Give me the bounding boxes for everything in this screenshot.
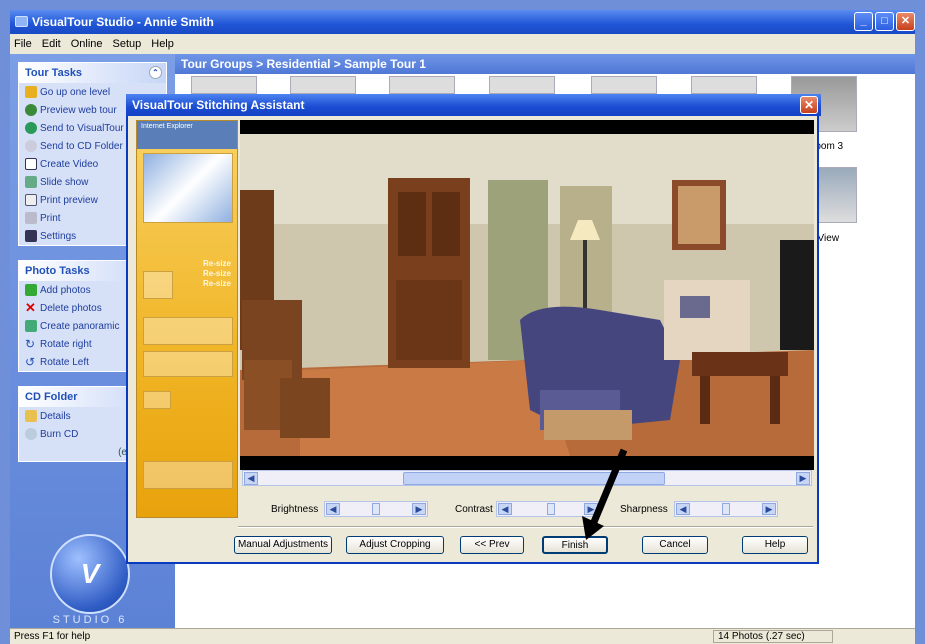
visualtour-logo: V (50, 534, 130, 614)
delete-icon: ✕ (25, 300, 36, 315)
illustration-browser (143, 153, 233, 223)
settings-icon (25, 230, 37, 242)
dialog-close-button[interactable]: ✕ (800, 96, 818, 114)
stitching-assistant-dialog: VisualTour Stitching Assistant ✕ Interne… (126, 94, 821, 564)
manual-adjustments-button[interactable]: Manual Adjustments (234, 536, 332, 554)
close-button[interactable]: ✕ (896, 12, 915, 31)
folder-icon (25, 410, 37, 422)
title-bar: VisualTour Studio - Annie Smith _ □ ✕ (10, 10, 915, 34)
resize-label: Re-size Re-size Re-size (202, 259, 231, 288)
panorama-image (240, 120, 814, 470)
slider-thumb[interactable] (372, 503, 380, 515)
status-help-text: Press F1 for help (14, 631, 91, 642)
rotate-right-icon: ↻ (25, 337, 36, 351)
task-label: Slide show (40, 176, 89, 188)
menu-file[interactable]: File (14, 38, 32, 50)
task-label: Create Video (40, 158, 99, 170)
print-preview-icon (25, 194, 37, 206)
brightness-slider[interactable]: ◀ ▶ (324, 501, 428, 517)
slider-right-icon[interactable]: ▶ (412, 503, 426, 515)
window-title: VisualTour Studio - Annie Smith (32, 15, 214, 29)
photo-thumbnail[interactable] (290, 76, 356, 94)
task-label: Rotate Left (40, 356, 89, 368)
illustration-frame (143, 391, 171, 409)
task-label: Burn CD (40, 428, 79, 440)
adjust-cropping-button[interactable]: Adjust Cropping (346, 536, 444, 554)
status-photo-count: 14 Photos (.27 sec) (713, 630, 833, 643)
help-button[interactable]: Help (742, 536, 808, 554)
task-label: Details (40, 410, 71, 422)
photo-tasks-title: Photo Tasks (25, 265, 90, 277)
video-icon (25, 158, 37, 170)
photo-thumbnail[interactable] (691, 76, 757, 94)
sharpness-slider[interactable]: ◀ ▶ (674, 501, 778, 517)
slider-left-icon[interactable]: ◀ (326, 503, 340, 515)
illustration-panorama (143, 317, 233, 345)
maximize-button[interactable]: □ (875, 12, 894, 31)
task-label: Preview web tour (40, 104, 117, 116)
add-icon (25, 284, 37, 296)
photo-thumbnail[interactable] (191, 76, 257, 94)
task-label: Print (40, 212, 61, 224)
dialog-separator (238, 526, 813, 528)
menu-online[interactable]: Online (71, 38, 103, 50)
status-bar: Press F1 for help 14 Photos (.27 sec) (10, 628, 915, 644)
dialog-illustration: Internet Explorer Re-size Re-size Re-siz… (136, 120, 238, 518)
scroll-right-icon[interactable]: ▶ (796, 472, 810, 485)
slider-right-icon[interactable]: ▶ (762, 503, 776, 515)
dialog-title: VisualTour Stitching Assistant (132, 98, 305, 112)
menu-bar: File Edit Online Setup Help (10, 34, 915, 54)
cancel-button[interactable]: Cancel (642, 536, 708, 554)
illustration-panorama (143, 351, 233, 377)
menu-help[interactable]: Help (151, 38, 174, 50)
task-label: Go up one level (40, 86, 111, 98)
dialog-title-bar: VisualTour Stitching Assistant ✕ (126, 94, 821, 116)
preview-icon (25, 104, 37, 116)
window-controls: _ □ ✕ (854, 12, 915, 31)
printer-icon (25, 212, 37, 224)
panoramic-icon (25, 320, 37, 332)
menu-setup[interactable]: Setup (113, 38, 142, 50)
prev-button[interactable]: << Prev (460, 536, 524, 554)
task-label: Delete photos (40, 302, 102, 314)
task-label: Add photos (40, 284, 91, 296)
photo-thumbnail[interactable] (489, 76, 555, 94)
scroll-left-icon[interactable]: ◀ (244, 472, 258, 485)
task-label: Print preview (40, 194, 98, 206)
tour-tasks-title: Tour Tasks (25, 67, 83, 79)
globe-icon (25, 122, 37, 134)
breadcrumb: Tour Groups > Residential > Sample Tour … (175, 54, 915, 74)
photo-thumbnail[interactable] (591, 76, 657, 94)
cd-icon (25, 140, 37, 152)
annotation-arrow-icon (582, 448, 628, 540)
task-label: Settings (40, 230, 77, 242)
illustration-panorama (143, 461, 233, 489)
slideshow-icon (25, 176, 37, 188)
tour-tasks-header[interactable]: Tour Tasks ⌃ (19, 63, 166, 83)
task-label: Send to VisualTour (40, 122, 124, 134)
rotate-left-icon: ↺ (25, 355, 36, 369)
task-label: Rotate right (40, 338, 92, 350)
minimize-button[interactable]: _ (854, 12, 873, 31)
task-label: Send to CD Folder (40, 140, 123, 152)
slider-left-icon[interactable]: ◀ (676, 503, 690, 515)
burn-cd-icon (25, 428, 37, 440)
folder-up-icon (25, 86, 37, 98)
app-icon (15, 16, 28, 27)
logo-caption: STUDIO 6 (52, 614, 128, 626)
illustration-frame (143, 271, 173, 299)
viewer-scrollbar[interactable]: ◀ ▶ (242, 470, 812, 486)
collapse-icon[interactable]: ⌃ (149, 66, 162, 79)
brightness-label: Brightness (271, 504, 319, 515)
panorama-viewer[interactable] (240, 120, 814, 470)
task-label: Create panoramic (40, 320, 120, 332)
photo-thumbnail[interactable] (389, 76, 455, 94)
slider-left-icon[interactable]: ◀ (498, 503, 512, 515)
illustration-header: Internet Explorer (137, 121, 237, 149)
cd-folder-title: CD Folder (25, 391, 78, 403)
slider-thumb[interactable] (722, 503, 730, 515)
contrast-label: Contrast (455, 504, 493, 515)
slider-thumb[interactable] (547, 503, 556, 515)
menu-edit[interactable]: Edit (42, 38, 61, 50)
